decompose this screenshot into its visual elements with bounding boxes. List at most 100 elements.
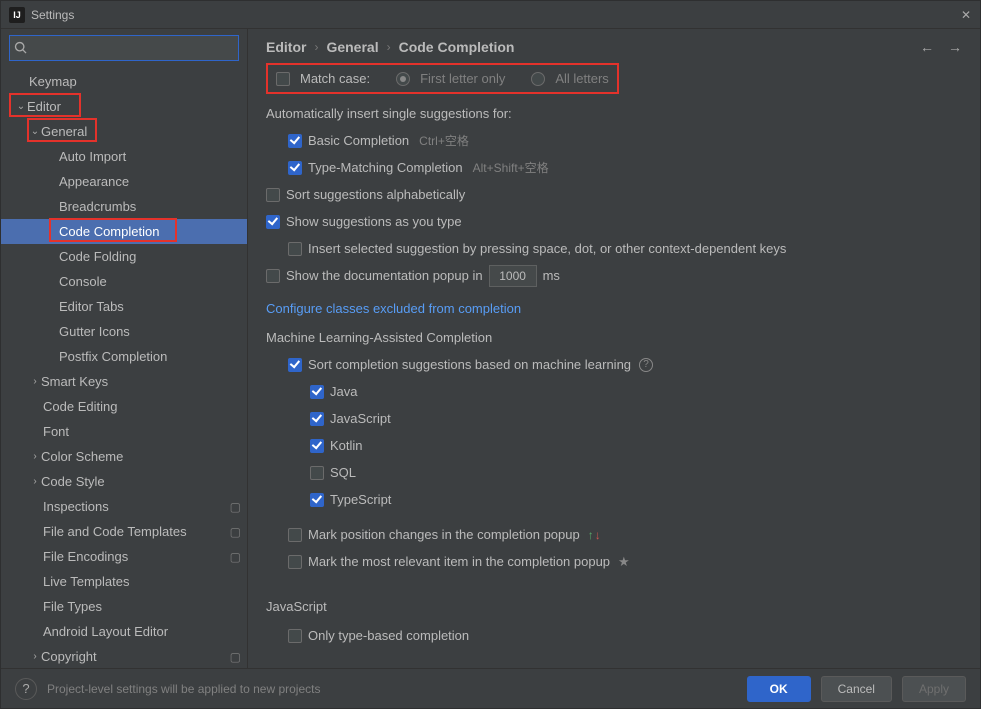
show-doc-popup-label: Show the documentation popup in bbox=[286, 268, 483, 283]
configure-excluded-link[interactable]: Configure classes excluded from completi… bbox=[266, 301, 521, 316]
nav-forward-icon[interactable]: → bbox=[948, 39, 962, 55]
type-matching-checkbox[interactable] bbox=[288, 161, 302, 175]
basic-completion-checkbox[interactable] bbox=[288, 134, 302, 148]
tree-item-gutter-icons[interactable]: Gutter Icons bbox=[1, 319, 247, 344]
tree-item-code-completion[interactable]: Code Completion bbox=[1, 219, 247, 244]
nav-back-icon[interactable]: ← bbox=[920, 39, 934, 55]
settings-window: IJ Settings ✕ Keymap ⌄Editor bbox=[0, 0, 981, 709]
titlebar: IJ Settings ✕ bbox=[1, 1, 980, 29]
main-panel: Editor › General › Code Completion ← → M… bbox=[248, 29, 980, 668]
apply-button[interactable]: Apply bbox=[902, 676, 966, 702]
tree-item-postfix-completion[interactable]: Postfix Completion bbox=[1, 344, 247, 369]
search-icon bbox=[14, 41, 28, 55]
js-heading: JavaScript bbox=[266, 593, 962, 620]
project-badge-icon: ▢ bbox=[230, 500, 241, 514]
tree-item-general[interactable]: ⌄General bbox=[1, 119, 247, 144]
app-icon: IJ bbox=[9, 7, 25, 23]
lang-sql-label: SQL bbox=[330, 465, 356, 480]
tree-item-android-layout-editor[interactable]: Android Layout Editor bbox=[1, 619, 247, 644]
footer-hint: Project-level settings will be applied t… bbox=[47, 682, 320, 696]
help-button[interactable]: ? bbox=[15, 678, 37, 700]
tree-item-console[interactable]: Console bbox=[1, 269, 247, 294]
show-doc-popup-checkbox[interactable] bbox=[266, 269, 280, 283]
search-input[interactable] bbox=[9, 35, 239, 61]
lang-java-label: Java bbox=[330, 384, 357, 399]
tree-item-editor-tabs[interactable]: Editor Tabs bbox=[1, 294, 247, 319]
lang-java-checkbox[interactable] bbox=[310, 385, 324, 399]
sort-alpha-label: Sort suggestions alphabetically bbox=[286, 187, 465, 202]
chevron-right-icon: › bbox=[29, 376, 41, 387]
tree-item-appearance[interactable]: Appearance bbox=[1, 169, 247, 194]
star-icon: ★ bbox=[618, 554, 630, 570]
window-title: Settings bbox=[31, 8, 74, 22]
tree-item-code-style[interactable]: ›Code Style bbox=[1, 469, 247, 494]
tree-item-keymap[interactable]: Keymap bbox=[1, 69, 247, 94]
lang-typescript-label: TypeScript bbox=[330, 492, 391, 507]
match-case-label: Match case: bbox=[300, 71, 370, 86]
ml-sort-label: Sort completion suggestions based on mac… bbox=[308, 357, 631, 372]
radio-all-letters[interactable] bbox=[531, 72, 545, 86]
doc-popup-delay-input[interactable] bbox=[489, 265, 537, 287]
tree-item-breadcrumbs[interactable]: Breadcrumbs bbox=[1, 194, 247, 219]
highlight-match-case: Match case: First letter only All letter… bbox=[266, 63, 619, 94]
chevron-down-icon: ⌄ bbox=[29, 126, 41, 137]
tree-item-code-folding[interactable]: Code Folding bbox=[1, 244, 247, 269]
chevron-right-icon: › bbox=[29, 651, 41, 662]
type-matching-label: Type-Matching Completion bbox=[308, 160, 463, 175]
radio-first-letter-label: First letter only bbox=[420, 71, 505, 86]
crumb-general[interactable]: General bbox=[326, 39, 378, 55]
close-icon[interactable]: ✕ bbox=[960, 9, 972, 21]
only-type-based-label: Only type-based completion bbox=[308, 628, 469, 643]
doc-popup-suffix: ms bbox=[543, 268, 560, 283]
updown-icon: ↑↓ bbox=[588, 528, 601, 542]
show-as-type-checkbox[interactable] bbox=[266, 215, 280, 229]
tree-item-smart-keys[interactable]: ›Smart Keys bbox=[1, 369, 247, 394]
mark-position-checkbox[interactable] bbox=[288, 528, 302, 542]
chevron-right-icon: › bbox=[314, 40, 318, 54]
project-badge-icon: ▢ bbox=[230, 650, 241, 664]
tree-item-live-templates[interactable]: Live Templates bbox=[1, 569, 247, 594]
chevron-right-icon: › bbox=[387, 40, 391, 54]
tree-item-editor[interactable]: ⌄Editor bbox=[1, 94, 247, 119]
tree-item-auto-import[interactable]: Auto Import bbox=[1, 144, 247, 169]
mark-position-label: Mark position changes in the completion … bbox=[308, 527, 580, 542]
tree-item-file-code-templates[interactable]: File and Code Templates▢ bbox=[1, 519, 247, 544]
content: Match case: First letter only All letter… bbox=[248, 59, 980, 668]
tree-item-copyright[interactable]: ›Copyright▢ bbox=[1, 644, 247, 668]
basic-completion-label: Basic Completion bbox=[308, 133, 409, 148]
tree-item-file-types[interactable]: File Types bbox=[1, 594, 247, 619]
crumb-code-completion: Code Completion bbox=[399, 39, 515, 55]
show-as-type-label: Show suggestions as you type bbox=[286, 214, 462, 229]
lang-javascript-checkbox[interactable] bbox=[310, 412, 324, 426]
breadcrumb: Editor › General › Code Completion ← → bbox=[248, 29, 980, 59]
lang-kotlin-label: Kotlin bbox=[330, 438, 363, 453]
tree-item-file-encodings[interactable]: File Encodings▢ bbox=[1, 544, 247, 569]
help-icon[interactable]: ? bbox=[639, 358, 653, 372]
tree-item-inspections[interactable]: Inspections▢ bbox=[1, 494, 247, 519]
lang-kotlin-checkbox[interactable] bbox=[310, 439, 324, 453]
mark-relevant-checkbox[interactable] bbox=[288, 555, 302, 569]
only-type-based-checkbox[interactable] bbox=[288, 629, 302, 643]
lang-sql-checkbox[interactable] bbox=[310, 466, 324, 480]
ml-heading: Machine Learning-Assisted Completion bbox=[266, 324, 962, 351]
crumb-editor[interactable]: Editor bbox=[266, 39, 306, 55]
type-matching-shortcut: Alt+Shift+空格 bbox=[473, 159, 549, 176]
chevron-right-icon: › bbox=[29, 451, 41, 462]
search-field[interactable] bbox=[32, 40, 234, 56]
radio-all-letters-label: All letters bbox=[555, 71, 608, 86]
match-case-checkbox[interactable] bbox=[276, 72, 290, 86]
lang-typescript-checkbox[interactable] bbox=[310, 493, 324, 507]
settings-tree[interactable]: Keymap ⌄Editor ⌄General Auto Import Appe… bbox=[1, 67, 247, 668]
cancel-button[interactable]: Cancel bbox=[821, 676, 892, 702]
radio-first-letter[interactable] bbox=[396, 72, 410, 86]
insert-selected-label: Insert selected suggestion by pressing s… bbox=[308, 241, 786, 256]
ok-button[interactable]: OK bbox=[747, 676, 811, 702]
chevron-down-icon: ⌄ bbox=[15, 101, 27, 112]
tree-item-color-scheme[interactable]: ›Color Scheme bbox=[1, 444, 247, 469]
auto-insert-heading: Automatically insert single suggestions … bbox=[266, 100, 962, 127]
tree-item-font[interactable]: Font bbox=[1, 419, 247, 444]
sort-alpha-checkbox[interactable] bbox=[266, 188, 280, 202]
ml-sort-checkbox[interactable] bbox=[288, 358, 302, 372]
insert-selected-checkbox[interactable] bbox=[288, 242, 302, 256]
tree-item-code-editing[interactable]: Code Editing bbox=[1, 394, 247, 419]
